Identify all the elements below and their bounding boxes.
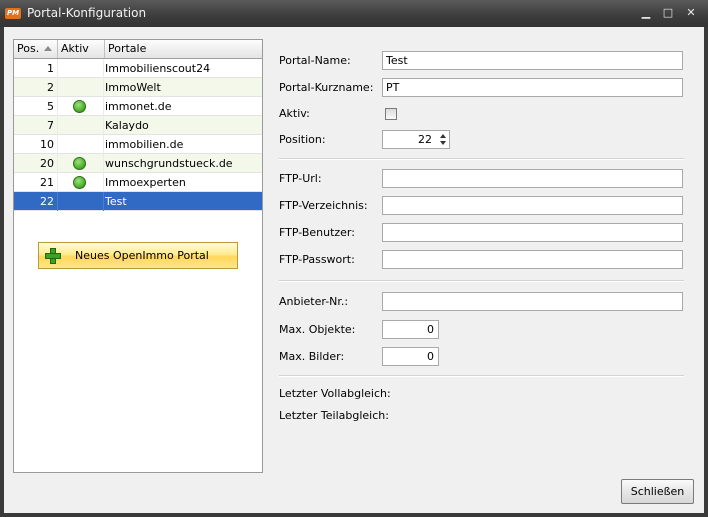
last-partial-sync-label: Letzter Teilabgleich: [279,409,389,422]
position-value: 22 [418,133,432,146]
portal-name-label: Portal-Name: [279,54,351,67]
table-row[interactable]: 21 Immoexperten [14,173,262,192]
row-active-cell [58,116,104,135]
row-position: 2 [14,78,58,97]
close-button[interactable]: Schließen [621,479,694,504]
table-row[interactable]: 20 wunschgrundstueck.de [14,154,262,173]
column-header-aktiv[interactable]: Aktiv [58,40,105,58]
title-bar[interactable]: PM Portal-Konfiguration ▁ □ ✕ [0,0,708,27]
minimize-button[interactable]: ▁ [637,5,655,21]
separator [279,375,684,377]
ftp-password-input[interactable] [382,250,683,269]
table-row[interactable]: 1 Immobilienscout24 [14,59,262,78]
row-position: 5 [14,97,58,116]
row-portal-name: wunschgrundstueck.de [105,157,233,170]
new-openimmo-portal-button[interactable]: Neues OpenImmo Portal [38,242,238,269]
max-images-label: Max. Bilder: [279,350,345,363]
position-label: Position: [279,133,326,146]
row-position: 21 [14,173,58,192]
ftp-url-input[interactable] [382,169,683,188]
row-active-cell [58,154,104,173]
active-status-icon [73,176,86,189]
portal-shortname-input[interactable] [382,78,683,97]
row-position: 7 [14,116,58,135]
portal-shortname-label: Portal-Kurzname: [279,81,374,94]
row-position: 22 [14,192,58,211]
provider-number-label: Anbieter-Nr.: [279,295,349,308]
ftp-directory-label: FTP-Verzeichnis: [279,199,368,212]
spin-down-icon[interactable] [440,141,446,145]
ftp-password-label: FTP-Passwort: [279,253,355,266]
row-portal-name: Immoexperten [105,176,186,189]
row-active-cell [58,135,104,154]
table-row[interactable]: 7 Kalaydo [14,116,262,135]
ftp-user-input[interactable] [382,223,683,242]
max-objects-label: Max. Objekte: [279,323,356,336]
row-position: 20 [14,154,58,173]
sort-ascending-icon [44,46,53,51]
row-active-cell [58,78,104,97]
window-title: Portal-Konfiguration [27,6,147,20]
column-header-pos[interactable]: Pos. [14,40,58,58]
maximize-button[interactable]: □ [659,5,677,21]
row-portal-name: Kalaydo [105,119,149,132]
row-active-cell [58,192,104,211]
provider-number-input[interactable] [382,292,683,311]
active-status-icon [73,100,86,113]
max-images-input[interactable]: 0 [382,347,439,366]
column-header-portale[interactable]: Portale [105,40,262,58]
row-portal-name: Test [105,195,127,208]
ftp-directory-input[interactable] [382,196,683,215]
row-position: 10 [14,135,58,154]
active-checkbox[interactable] [385,108,397,120]
separator [279,280,684,282]
position-stepper[interactable]: 22 [382,130,450,149]
active-label: Aktiv: [279,107,310,120]
row-portal-name: immobilien.de [105,138,184,151]
max-objects-input[interactable]: 0 [382,320,439,339]
new-portal-button-label: Neues OpenImmo Portal [75,249,209,262]
table-row[interactable]: 2 ImmoWelt [14,78,262,97]
row-active-cell [58,97,104,116]
dialog-client-area: Pos. Aktiv Portale 1 Immobilienscout24 2 Im… [4,27,704,513]
table-row[interactable]: 22 Test [14,192,262,211]
portal-config-window: PM Portal-Konfiguration ▁ □ ✕ Pos. Aktiv… [0,0,708,517]
row-active-cell [58,59,104,78]
separator [279,158,684,160]
ftp-user-label: FTP-Benutzer: [279,226,355,239]
grid-header: Pos. Aktiv Portale [14,40,262,59]
row-position: 1 [14,59,58,78]
row-portal-name: Immobilienscout24 [105,62,211,75]
close-window-button[interactable]: ✕ [682,5,700,21]
table-row[interactable]: 5 immonet.de [14,97,262,116]
plus-icon [45,248,61,264]
table-row[interactable]: 10 immobilien.de [14,135,262,154]
row-portal-name: immonet.de [105,100,172,113]
portal-name-input[interactable] [382,51,683,70]
last-full-sync-label: Letzter Vollabgleich: [279,387,391,400]
row-active-cell [58,173,104,192]
active-status-icon [73,157,86,170]
app-logo-icon: PM [5,8,21,19]
ftp-url-label: FTP-Url: [279,172,322,185]
spin-up-icon[interactable] [440,134,446,138]
row-portal-name: ImmoWelt [105,81,161,94]
